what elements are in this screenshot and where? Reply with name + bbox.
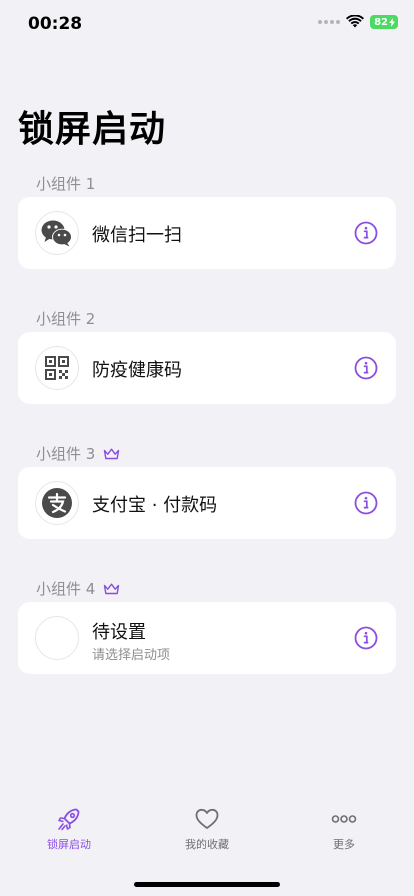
heart-icon [195, 808, 219, 829]
tab-more[interactable]: 更多 [289, 806, 399, 852]
tab-label: 更多 [333, 838, 355, 851]
charging-bolt-icon [389, 17, 395, 27]
more-dots-icon [331, 815, 357, 823]
widget-title-4: 待设置 [92, 622, 146, 643]
section-label-widget-4: 小组件 4 [36, 578, 120, 599]
home-indicator[interactable] [134, 882, 280, 887]
wifi-icon [346, 15, 365, 28]
widget-title-3: 支付宝 · 付款码 [92, 495, 218, 516]
empty-icon [35, 616, 79, 660]
tab-bar: 锁屏启动 我的收藏 更多 [0, 806, 414, 866]
widget-card-1[interactable]: 微信扫一扫 [18, 197, 396, 269]
battery-indicator: 82 [370, 15, 398, 29]
alipay-icon [35, 481, 79, 525]
tab-favorites[interactable]: 我的收藏 [152, 806, 262, 852]
info-icon[interactable] [354, 491, 378, 515]
status-time: 00:28 [28, 14, 83, 34]
section-label-widget-1: 小组件 1 [36, 175, 96, 193]
battery-level: 82 [374, 16, 388, 28]
qr-code-icon [35, 346, 79, 390]
tab-label: 锁屏启动 [47, 838, 91, 851]
widget-subtitle-4: 请选择启动项 [92, 648, 171, 663]
widget-card-4[interactable]: 待设置 请选择启动项 [18, 602, 396, 674]
status-bar: 00:28 82 [0, 0, 414, 50]
widget-card-2[interactable]: 防疫健康码 [18, 332, 396, 404]
info-icon[interactable] [354, 356, 378, 380]
info-icon[interactable] [354, 221, 378, 245]
widget-card-3[interactable]: 支付宝 · 付款码 [18, 467, 396, 539]
wechat-icon [35, 211, 79, 255]
crown-icon [104, 583, 120, 594]
tab-lock-launch[interactable]: 锁屏启动 [14, 806, 124, 852]
section-label-widget-3: 小组件 3 [36, 443, 120, 464]
status-indicators: 82 [318, 15, 398, 29]
tab-label: 我的收藏 [185, 838, 229, 851]
section-label-widget-2: 小组件 2 [36, 310, 96, 328]
info-icon[interactable] [354, 626, 378, 650]
crown-icon [104, 448, 120, 459]
page-title: 锁屏启动 [18, 109, 167, 150]
signal-icon [318, 20, 341, 24]
widget-title-2: 防疫健康码 [92, 360, 182, 381]
rocket-icon [58, 808, 80, 831]
widget-title-1: 微信扫一扫 [92, 225, 182, 246]
